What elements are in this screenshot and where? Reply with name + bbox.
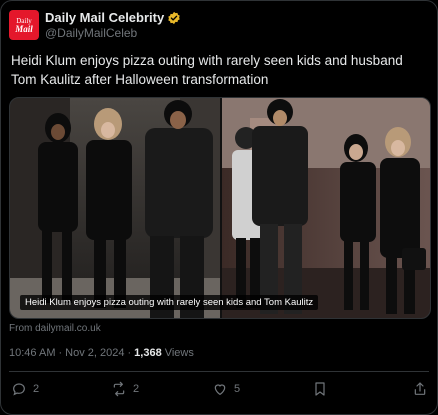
verified-badge-icon (168, 11, 180, 24)
reply-button[interactable]: 2 (11, 381, 39, 397)
name-row: Daily Mail Celebrity (45, 9, 181, 26)
tweet-card: Daily Mail Daily Mail Celebrity @DailyMa… (0, 0, 438, 415)
bookmark-button[interactable] (312, 381, 328, 397)
views-label: Views (164, 347, 194, 359)
like-count: 5 (234, 383, 241, 395)
like-icon (214, 384, 226, 396)
action-bar: 2 2 5 (1, 381, 437, 403)
share-icon (414, 382, 426, 395)
tweet-meta: 10:46 AM · Nov 2, 2024 · 1,368 Views (9, 347, 194, 359)
meta-separator: · (127, 347, 132, 359)
tweet-header: Daily Mail Daily Mail Celebrity @DailyMa… (9, 9, 181, 40)
bookmark-icon (315, 382, 325, 396)
tweet-date[interactable]: Nov 2, 2024 (65, 347, 124, 359)
share-button[interactable] (412, 381, 428, 397)
tweet-time[interactable]: 10:46 AM (9, 347, 55, 359)
link-source[interactable]: From dailymail.co.uk (9, 323, 101, 334)
avatar[interactable]: Daily Mail (9, 9, 39, 40)
repost-button[interactable]: 2 (111, 381, 139, 397)
reply-icon (13, 383, 25, 396)
author-names: Daily Mail Celebrity @DailyMailCeleb (45, 9, 181, 40)
reply-count: 2 (33, 383, 40, 395)
avatar-text-line2: Mail (15, 23, 33, 34)
tweet-text: Heidi Klum enjoys pizza outing with rare… (11, 53, 403, 87)
meta-separator: · (58, 347, 63, 359)
divider (9, 371, 429, 372)
like-button[interactable]: 5 (212, 381, 240, 397)
repost-icon (113, 381, 125, 397)
media-caption: Heidi Klum enjoys pizza outing with rare… (20, 295, 319, 310)
photo-illustration (10, 98, 430, 318)
repost-count: 2 (133, 383, 140, 395)
display-name[interactable]: Daily Mail Celebrity (45, 10, 164, 25)
views-count: 1,368 (134, 347, 162, 359)
handle[interactable]: @DailyMailCeleb (45, 26, 181, 40)
media-image[interactable]: Heidi Klum enjoys pizza outing with rare… (9, 97, 431, 319)
